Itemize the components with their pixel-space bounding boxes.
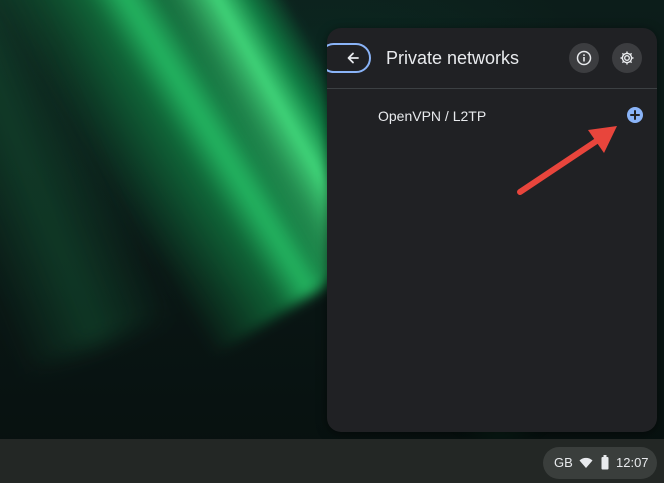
arrow-left-icon [347,52,359,64]
status-tray[interactable]: GB 12:07 [543,447,657,479]
vpn-provider-label: OpenVPN / L2TP [378,108,487,124]
panel-header: Private networks [327,28,657,88]
page-title: Private networks [386,48,520,68]
info-button[interactable] [569,43,599,73]
wifi-icon [579,457,593,468]
gear-icon [620,51,634,65]
info-icon [576,50,592,66]
battery-icon [601,455,609,470]
keyboard-language: GB [554,455,573,470]
back-button[interactable] [327,43,371,73]
quick-settings-panel: Private networks OpenVPN / L2TP [327,28,657,432]
add-circle-icon [630,110,640,120]
settings-button[interactable] [612,43,642,73]
list-item-vpn-provider[interactable]: OpenVPN / L2TP [327,100,657,132]
divider [327,88,657,89]
clock: 12:07 [616,455,649,470]
add-vpn-button[interactable] [627,107,643,123]
